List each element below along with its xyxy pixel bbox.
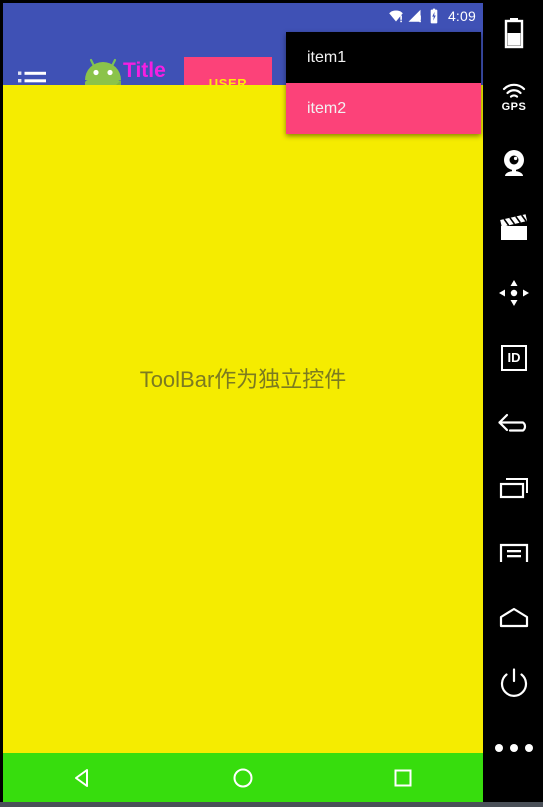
cellular-alert-icon: [408, 9, 421, 22]
sidebar-webcam-button[interactable]: [485, 130, 543, 195]
status-bar-icons: [388, 8, 442, 24]
more-options-icon: [495, 743, 533, 752]
sidebar-recording-button[interactable]: [485, 195, 543, 260]
gps-label: GPS: [501, 100, 527, 113]
nav-back-button[interactable]: [3, 753, 163, 802]
sidebar-back-button[interactable]: [485, 390, 543, 455]
nav-home-button[interactable]: [163, 753, 323, 802]
sidebar-multiwindow-button[interactable]: [485, 455, 543, 520]
back-triangle-icon: [75, 768, 88, 787]
content-label: ToolBar作为独立控件: [139, 367, 347, 392]
battery-charging-icon: [430, 8, 438, 23]
sidebar-gps-button[interactable]: GPS: [485, 65, 543, 130]
recents-square-icon: [394, 769, 412, 786]
back-arrow-icon: [498, 413, 527, 432]
battery-icon: [504, 17, 524, 48]
content-area: ToolBar作为独立控件: [3, 85, 483, 753]
sidebar-id-button[interactable]: ID: [485, 325, 543, 390]
id-icon: ID: [501, 344, 527, 371]
webcam-icon: [504, 149, 524, 176]
menu-item-item2[interactable]: item2: [286, 83, 481, 134]
overflow-menu: item1 item2: [286, 32, 481, 134]
sidebar-home-button[interactable]: [485, 585, 543, 650]
sidebar-battery-button[interactable]: [485, 0, 543, 65]
sidebar-menu-button[interactable]: [485, 520, 543, 585]
phone-screen: 4:09 Title Su: [3, 3, 483, 802]
status-bar-clock: 4:09: [447, 7, 476, 24]
system-navigation-bar: [3, 753, 483, 802]
gps-icon: [502, 83, 526, 98]
menu-icon: [499, 543, 529, 562]
nav-recents-button[interactable]: [323, 753, 483, 802]
power-icon: [500, 667, 528, 697]
dpad-icon: [499, 279, 529, 306]
sidebar-dpad-button[interactable]: [485, 260, 543, 325]
multi-window-icon: [499, 477, 528, 498]
wifi-alert-icon: [389, 10, 403, 22]
emulator-window: 4:09 Title Su: [0, 0, 543, 807]
toolbar-title: Title: [123, 59, 166, 82]
window-bottom-edge: [0, 802, 543, 807]
sidebar-power-button[interactable]: [485, 650, 543, 715]
clapperboard-icon: [500, 213, 528, 240]
status-bar: 4:09: [3, 3, 483, 28]
home-icon: [499, 607, 529, 627]
menu-item-item1[interactable]: item1: [286, 32, 481, 83]
emulator-side-toolbar: GPS ID: [485, 0, 543, 802]
sidebar-more-button[interactable]: [485, 715, 543, 780]
home-circle-icon: [233, 768, 253, 787]
